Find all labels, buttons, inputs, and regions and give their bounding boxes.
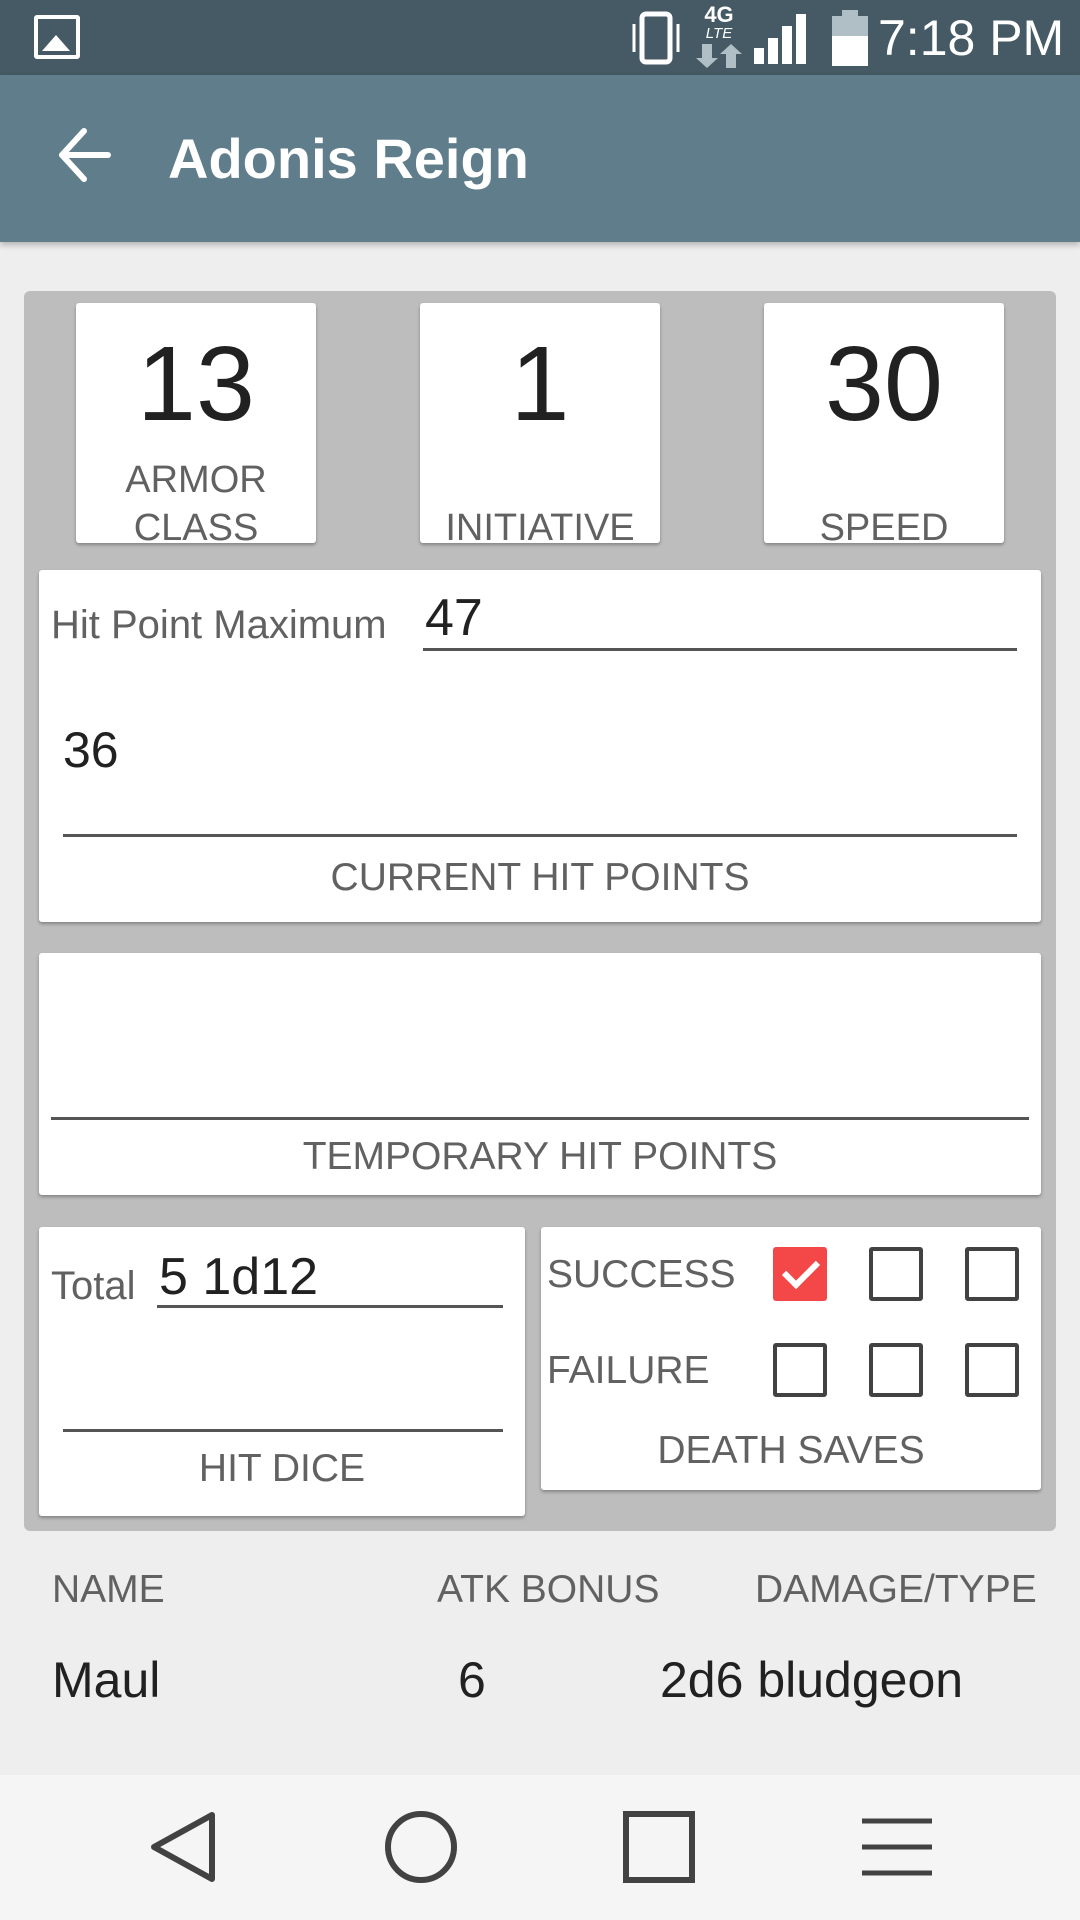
- attack-damage-type: 2d6 bludgeon: [660, 1652, 964, 1708]
- temporary-hit-points-underline: [51, 1117, 1029, 1120]
- current-hit-points-underline: [63, 834, 1017, 837]
- attack-header-name: NAME: [52, 1568, 165, 1611]
- current-hit-points-caption: CURRENT HIT POINTS: [330, 856, 750, 899]
- combat-panel: 13 ARMOR CLASS 1 INITIATIVE 30 SPEED Hit…: [24, 291, 1056, 1531]
- death-saves-failure-label: FAILURE: [547, 1349, 710, 1392]
- attack-name: Maul: [52, 1652, 161, 1708]
- arrow-back-icon[interactable]: [56, 123, 112, 187]
- initiative-label: INITIATIVE: [445, 507, 635, 549]
- armor-class-label-line1: ARMOR: [125, 459, 267, 501]
- vibrate-icon: [632, 11, 680, 65]
- armor-class-label-line2: CLASS: [133, 507, 259, 549]
- attack-header-atk-bonus: ATK BONUS: [437, 1568, 660, 1611]
- hit-dice-total-underline: [157, 1305, 503, 1308]
- hit-points-card: Hit Point Maximum 47 36 CURRENT HIT POIN…: [39, 570, 1041, 922]
- nav-back-icon[interactable]: [148, 1809, 218, 1885]
- page-title: Adonis Reign: [168, 127, 529, 190]
- network-4g-lte-icon: 4G LTE: [696, 2, 742, 68]
- hit-point-maximum-underline: [423, 648, 1017, 651]
- speed-card[interactable]: 30 SPEED: [764, 303, 1004, 549]
- armor-class-value: 13: [137, 325, 255, 443]
- failure-checkbox-2[interactable]: [869, 1343, 923, 1397]
- nav-home-icon[interactable]: [384, 1810, 458, 1884]
- initiative-card[interactable]: 1 INITIATIVE: [420, 303, 660, 549]
- nav-recents-icon[interactable]: [622, 1810, 696, 1884]
- svg-text:LTE: LTE: [706, 25, 733, 42]
- svg-text:4G: 4G: [704, 2, 733, 27]
- initiative-value: 1: [510, 325, 570, 443]
- failure-checkbox-1[interactable]: [773, 1343, 827, 1397]
- temporary-hit-points-caption: TEMPORARY HIT POINTS: [302, 1135, 778, 1178]
- success-checkbox-1[interactable]: [773, 1247, 827, 1301]
- death-saves-success-label: SUCCESS: [547, 1253, 736, 1296]
- hit-dice-total-label: Total: [51, 1264, 136, 1308]
- hit-dice-underline: [63, 1429, 503, 1432]
- speed-label: SPEED: [819, 507, 949, 549]
- gallery-icon: [34, 15, 80, 59]
- attack-bonus: 6: [458, 1652, 486, 1708]
- death-saves-card: SUCCESS FAILURE DEATH SAVES: [541, 1227, 1041, 1490]
- status-time: 7:18 PM: [878, 10, 1065, 66]
- hit-dice-total-field[interactable]: 5 1d12: [159, 1249, 318, 1305]
- status-bar: 4G LTE 7:18 PM: [0, 0, 1080, 75]
- hit-point-maximum-label: Hit Point Maximum: [51, 603, 387, 647]
- temporary-hit-points-card: TEMPORARY HIT POINTS: [39, 953, 1041, 1195]
- hit-point-maximum-field[interactable]: 47: [425, 590, 483, 646]
- battery-icon: [832, 10, 868, 66]
- hit-dice-card: Total 5 1d12 HIT DICE: [39, 1227, 525, 1516]
- app-bar: Adonis Reign: [0, 75, 1080, 242]
- speed-value: 30: [825, 325, 943, 443]
- failure-checkbox-3[interactable]: [965, 1343, 1019, 1397]
- success-checkbox-3[interactable]: [965, 1247, 1019, 1301]
- navigation-bar: [0, 1775, 1080, 1920]
- signal-icon: [754, 14, 806, 64]
- nav-menu-icon[interactable]: [860, 1815, 934, 1879]
- death-saves-caption: DEATH SAVES: [657, 1429, 925, 1472]
- success-checkbox-2[interactable]: [869, 1247, 923, 1301]
- hit-dice-caption: HIT DICE: [198, 1447, 366, 1490]
- attack-header-damage-type: DAMAGE/TYPE: [755, 1568, 1037, 1611]
- armor-class-card[interactable]: 13 ARMOR CLASS: [76, 303, 316, 549]
- current-hit-points-field[interactable]: 36: [63, 720, 119, 780]
